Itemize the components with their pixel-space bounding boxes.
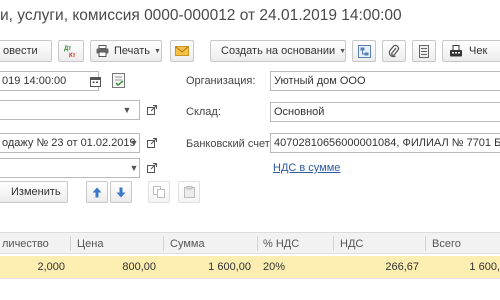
table-row[interactable]: 2,000 800,00 1 600,00 20% 266,67 1 600, bbox=[0, 256, 500, 278]
move-up-button[interactable] bbox=[86, 181, 108, 203]
chevron-down-icon[interactable]: ▼ bbox=[118, 100, 136, 120]
debit-credit-button[interactable]: Дт Кт bbox=[58, 40, 84, 62]
arrow-up-icon bbox=[92, 187, 102, 198]
contract-value: одажу № 23 от 01.02.2019 bbox=[2, 137, 136, 149]
print-button-label: Печать bbox=[114, 45, 151, 57]
column-header-vat-rate[interactable]: % НДС bbox=[263, 238, 299, 250]
bank-account-label: Банковский счет: bbox=[186, 138, 273, 150]
column-separator bbox=[70, 236, 71, 251]
move-down-button[interactable] bbox=[110, 181, 132, 203]
column-separator bbox=[163, 236, 164, 251]
svg-text:Дт: Дт bbox=[64, 46, 71, 52]
paperclip-icon bbox=[388, 44, 400, 58]
cell-quantity: 2,000 bbox=[37, 261, 65, 273]
document-title: и, услуги, комиссия 0000-000012 от 24.01… bbox=[0, 7, 402, 24]
warehouse-field[interactable]: Основной bbox=[270, 102, 500, 122]
column-separator bbox=[425, 236, 426, 251]
envelope-icon bbox=[175, 46, 189, 56]
edit-button[interactable]: Изменить bbox=[0, 181, 68, 203]
create-based-on-button[interactable]: Создать на основании ▼ bbox=[210, 40, 346, 62]
document-list-icon bbox=[419, 44, 429, 58]
column-header-price[interactable]: Цена bbox=[77, 238, 103, 250]
bank-account-value: 40702810656000001084, ФИЛИАЛ № 7701 БАНК bbox=[274, 137, 500, 149]
paste-icon bbox=[183, 186, 195, 198]
cell-sum: 1 600,00 bbox=[208, 261, 251, 273]
create-based-on-label: Создать на основании bbox=[221, 45, 336, 57]
edit-button-label: Изменить bbox=[11, 186, 61, 198]
cell-total: 1 600, bbox=[469, 261, 500, 273]
warehouse-value: Основной bbox=[274, 106, 325, 118]
table-header: личество Цена Сумма % НДС НДС Всего bbox=[0, 232, 500, 254]
printer-icon bbox=[96, 45, 109, 57]
document-list-button[interactable] bbox=[412, 40, 436, 62]
column-header-sum[interactable]: Сумма bbox=[170, 238, 205, 250]
receipt-check-button[interactable]: Чек bbox=[442, 40, 500, 62]
vat-in-amount-link[interactable]: НДС в сумме bbox=[273, 162, 340, 174]
open-icon[interactable] bbox=[143, 133, 161, 153]
column-separator bbox=[257, 236, 258, 251]
warehouse-label: Склад: bbox=[186, 106, 221, 118]
cell-vat-rate: 20% bbox=[263, 261, 286, 273]
bank-account-field[interactable]: 40702810656000001084, ФИЛИАЛ № 7701 БАНК bbox=[270, 133, 500, 153]
arrow-down-icon bbox=[116, 187, 126, 198]
open-icon[interactable] bbox=[143, 100, 161, 120]
column-separator bbox=[333, 236, 334, 251]
copy-icon bbox=[153, 186, 165, 198]
chevron-down-icon: ▼ bbox=[154, 47, 161, 55]
column-header-quantity[interactable]: личество bbox=[2, 238, 49, 250]
cell-price: 800,00 bbox=[122, 261, 156, 273]
column-header-total[interactable]: Всего bbox=[432, 238, 461, 250]
chevron-down-icon: ▼ bbox=[339, 47, 347, 55]
partial-field[interactable] bbox=[0, 158, 140, 178]
copy-button[interactable] bbox=[148, 181, 170, 203]
date-value: 019 14:00:00 bbox=[2, 75, 67, 87]
contract-field[interactable]: одажу № 23 от 01.02.2019 bbox=[0, 133, 140, 153]
paste-button[interactable] bbox=[178, 181, 200, 203]
calendar-icon[interactable] bbox=[86, 71, 104, 91]
chevron-down-icon[interactable]: ▼ bbox=[125, 133, 143, 153]
post-button-label: овести bbox=[3, 45, 38, 57]
column-header-vat[interactable]: НДС bbox=[340, 238, 363, 250]
number-lock-icon[interactable] bbox=[112, 73, 126, 91]
chevron-down-icon[interactable]: ▼ bbox=[125, 158, 143, 178]
structure-button[interactable] bbox=[352, 40, 376, 62]
row-divider bbox=[0, 278, 500, 279]
attachment-button[interactable] bbox=[382, 40, 406, 62]
svg-text:Кт: Кт bbox=[69, 53, 76, 58]
receipt-check-label: Чек bbox=[469, 45, 488, 57]
organization-value: Уютный дом ООО bbox=[274, 75, 366, 87]
organization-label: Организация: bbox=[186, 75, 256, 87]
date-field[interactable]: 019 14:00:00 bbox=[0, 71, 99, 91]
cell-vat: 266,67 bbox=[385, 261, 419, 273]
cash-register-icon bbox=[449, 45, 463, 57]
open-icon[interactable] bbox=[143, 158, 161, 178]
debit-credit-icon: Дт Кт bbox=[63, 44, 79, 58]
post-button[interactable]: овести bbox=[0, 40, 52, 62]
email-button[interactable] bbox=[170, 40, 194, 62]
structure-icon bbox=[357, 44, 371, 58]
print-button[interactable]: Печать ▼ bbox=[90, 40, 162, 62]
organization-field[interactable]: Уютный дом ООО bbox=[270, 71, 500, 91]
